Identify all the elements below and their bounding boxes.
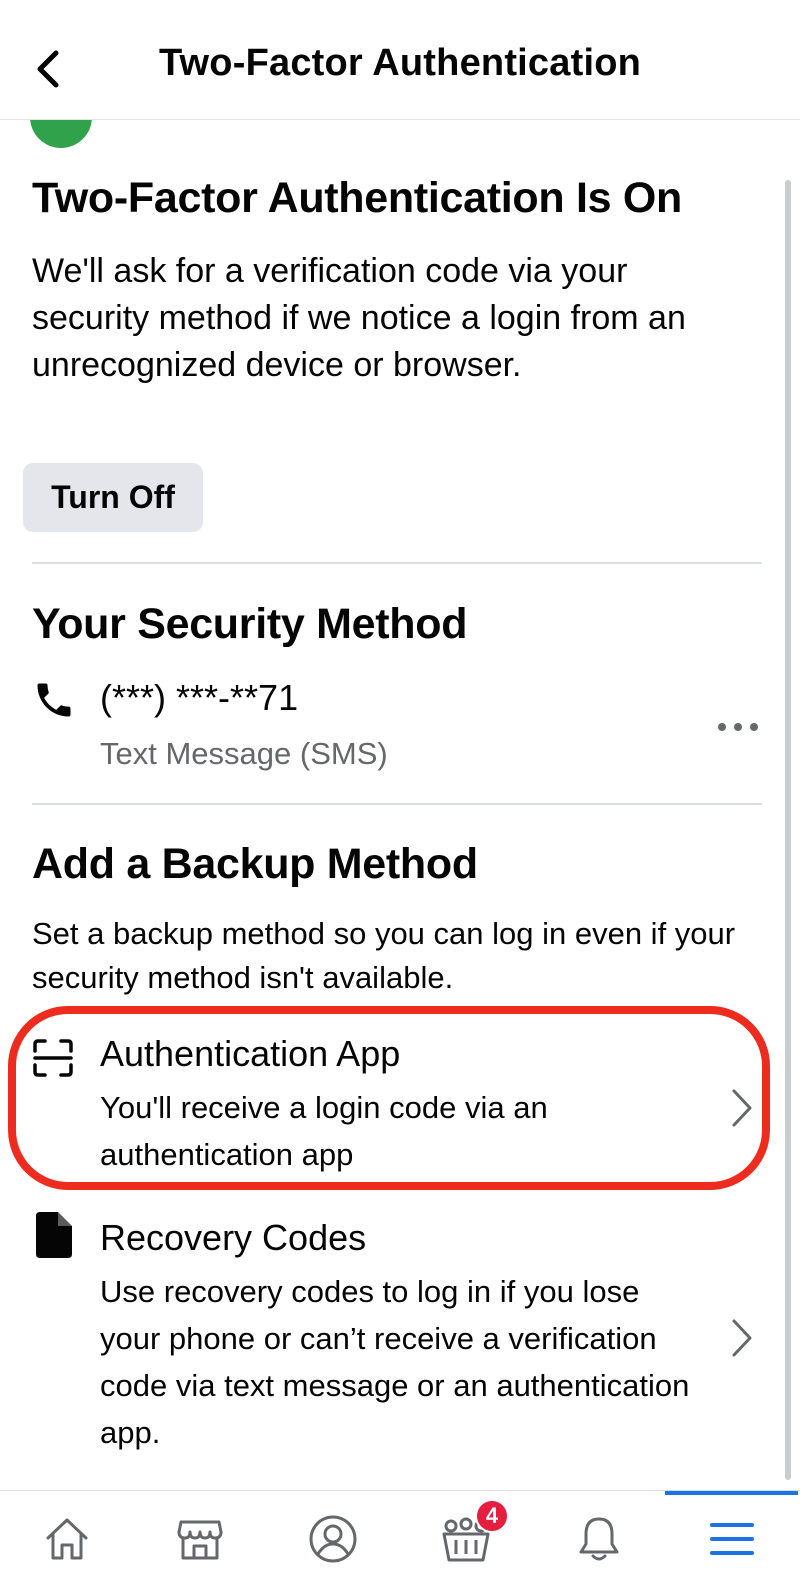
option-description: Use recovery codes to log in if you lose… xyxy=(100,1274,690,1450)
method-type: Text Message (SMS) xyxy=(100,736,388,771)
chevron-right-icon xyxy=(732,1319,752,1357)
home-icon xyxy=(46,1518,87,1560)
profile-icon xyxy=(309,1515,356,1563)
notifications-icon xyxy=(579,1517,618,1561)
turn-off-button[interactable]: Turn Off xyxy=(23,463,203,532)
tab-notifications[interactable] xyxy=(532,1491,665,1586)
status-description: We'll ask for a verification code via yo… xyxy=(32,252,686,384)
scan-icon xyxy=(33,1039,73,1077)
document-icon xyxy=(36,1212,72,1258)
tab-profile[interactable] xyxy=(266,1491,399,1586)
phone-number: (***) ***-**71 xyxy=(100,677,299,718)
backup-description: Set a backup method so you can log in ev… xyxy=(32,916,736,995)
shield-check-icon xyxy=(30,120,92,148)
security-method-row: (***) ***-**71 Text Message (SMS) xyxy=(0,668,800,788)
menu-icon xyxy=(709,1523,754,1555)
marketplace-icon xyxy=(177,1520,222,1560)
bottom-tab-bar xyxy=(0,1490,800,1586)
tab-marketplace[interactable] xyxy=(133,1491,266,1586)
option-title: Authentication App xyxy=(100,1033,401,1074)
dot xyxy=(734,723,742,731)
status-heading: Two-Factor Authentication Is On xyxy=(32,174,683,222)
backup-heading: Add a Backup Method xyxy=(32,840,478,888)
main-content[interactable]: Two-Factor Authentication Is On We'll as… xyxy=(0,120,800,1494)
phone-icon xyxy=(37,683,71,717)
divider xyxy=(32,803,762,805)
tab-home[interactable] xyxy=(0,1491,133,1586)
option-description: You'll receive a login code via an authe… xyxy=(100,1090,548,1172)
dot xyxy=(750,723,758,731)
tab-groups[interactable] xyxy=(399,1491,532,1586)
option-title: Recovery Codes xyxy=(100,1217,367,1258)
more-options-button[interactable] xyxy=(718,712,758,742)
dot xyxy=(718,723,726,731)
top-bar: Two-Factor Authentication xyxy=(0,0,800,120)
chevron-right-icon xyxy=(732,1089,752,1127)
security-method-heading: Your Security Method xyxy=(32,600,468,648)
page-title: Two-Factor Authentication xyxy=(158,42,642,84)
notification-badge: 4 xyxy=(475,1499,509,1533)
option-authentication-app[interactable]: Authentication App You'll receive a logi… xyxy=(0,1026,800,1176)
option-recovery-codes[interactable]: Recovery Codes Use recovery codes to log… xyxy=(0,1212,800,1452)
divider xyxy=(32,562,762,564)
tab-menu[interactable] xyxy=(665,1491,798,1586)
